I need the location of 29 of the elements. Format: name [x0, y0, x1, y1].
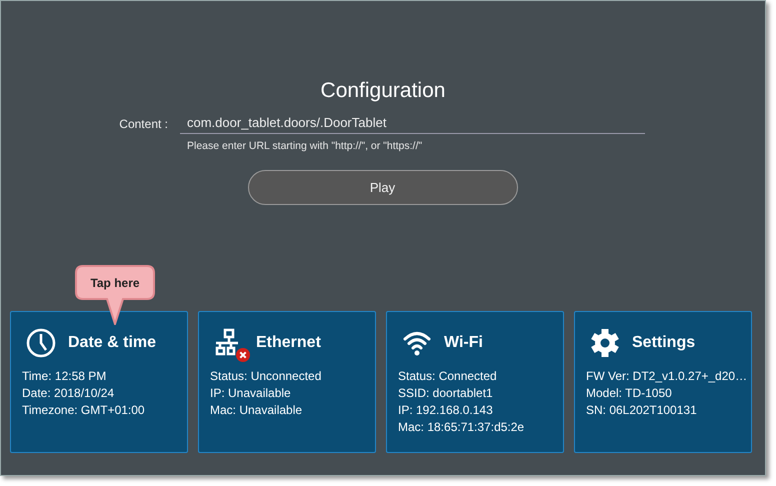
card-title: Wi-Fi	[444, 334, 483, 352]
hint-text: Please enter URL starting with "http://", or "https://"	[187, 140, 424, 152]
callout-bubble: Tap here	[75, 265, 155, 325]
status-card[interactable]: Settings FW Ver: DT2_v1.0.27+_d20… Model: TD-1050 SN: 06L202T100131	[574, 311, 752, 453]
info-text: IP: 192.168.0.143	[398, 402, 494, 419]
status-card[interactable]: Wi-Fi Status: Connected SSID: doortablet1 IP: 192.168.0.143 Mac: 18:65:71:37:d5:2e	[386, 311, 564, 453]
card-title: Date & time	[68, 334, 156, 352]
info-text: Time: 12:58 PM	[22, 368, 108, 385]
info-text: Status: Unconnected	[210, 368, 322, 385]
info-text: FW Ver: DT2_v1.0.27+_d20…	[586, 368, 747, 385]
info-text: SSID: doortablet1	[398, 385, 494, 402]
clock-icon	[26, 328, 56, 358]
info-text: SN: 06L202T100131	[586, 402, 698, 419]
info-text: Status: Connected	[398, 368, 498, 385]
input-field[interactable]: com.door_tablet.doors/.DoorTablet	[180, 115, 645, 134]
status-card[interactable]: Ethernet Status: Unconnected IP: Unavailable Mac: Unavailable	[198, 311, 376, 453]
info-text: Date: 2018/10/24	[22, 385, 116, 402]
field-label: Content :	[118, 117, 168, 133]
status-card[interactable]: Date & time Time: 12:58 PM Date: 2018/10/24 Timezone: GMT+01:00	[10, 311, 188, 453]
card-title: Ethernet	[256, 334, 321, 352]
info-text: Timezone: GMT+01:00	[22, 402, 146, 419]
info-text: Model: TD-1050	[586, 385, 673, 402]
gear-icon	[590, 328, 620, 358]
info-text: Mac: Unavailable	[210, 402, 304, 419]
screen-title: Configuration	[320, 79, 446, 103]
info-text: Mac: 18:65:71:37:d5:2e	[398, 419, 526, 436]
card-title: Settings	[632, 334, 696, 352]
info-text: IP: Unavailable	[210, 385, 292, 402]
play-button[interactable]: Play	[248, 170, 518, 205]
